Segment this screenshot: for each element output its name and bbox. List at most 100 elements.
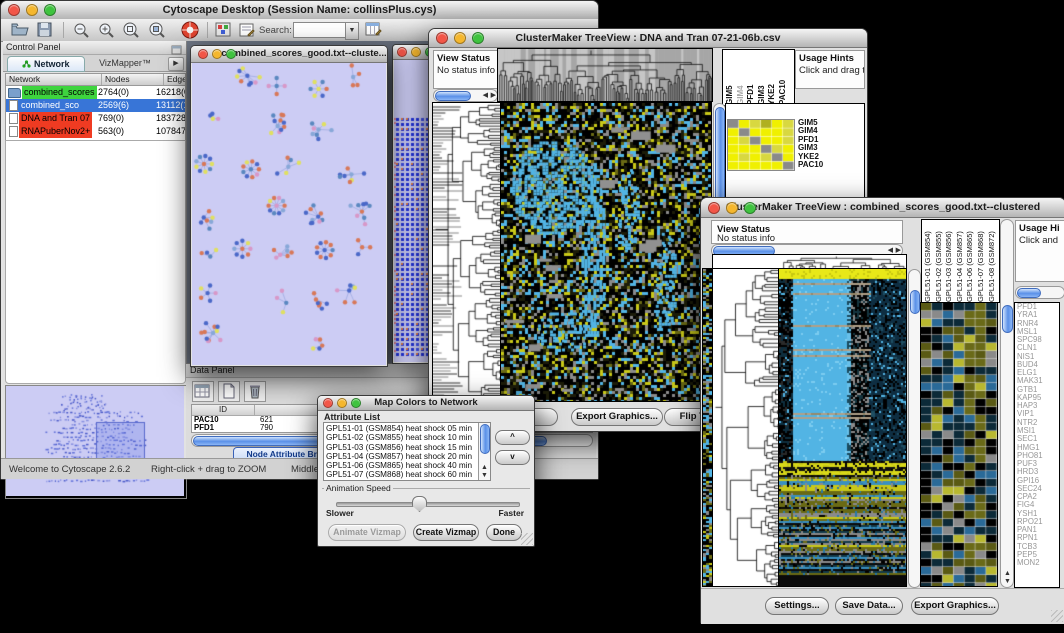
tab-vizmapper[interactable]: VizMapper™	[89, 56, 161, 70]
attr-col-id[interactable]: ID	[192, 405, 255, 415]
zoom-button[interactable]	[226, 49, 236, 59]
animate-vizmap-button[interactable]: Animate Vizmap	[328, 524, 406, 541]
gene-label[interactable]: HAP3	[1017, 402, 1059, 410]
delete-attribute-icon[interactable]	[244, 381, 266, 402]
close-button[interactable]	[198, 49, 208, 59]
new-attribute-icon[interactable]	[218, 381, 240, 402]
minimize-button[interactable]	[411, 47, 421, 57]
gene-label[interactable]: PHO81	[1017, 452, 1059, 460]
close-button[interactable]	[323, 398, 333, 408]
gene-label[interactable]: HRD3	[1017, 468, 1059, 476]
scroll-left-arrow[interactable]: ◀	[483, 92, 488, 100]
col-network[interactable]: Network	[6, 74, 102, 85]
combined-zoom-heatmap-canvas[interactable]	[921, 303, 997, 586]
close-button[interactable]	[8, 4, 20, 16]
attribute-list-item[interactable]: GPL51-03 (GSM856) heat shock 15 min	[326, 443, 490, 452]
dna-status-hscrollbar[interactable]: ◀ ▶	[433, 89, 498, 102]
scroll-up-arrow[interactable]: ▲	[1004, 570, 1011, 578]
network-canvas[interactable]	[192, 63, 386, 365]
zoom-out-icon[interactable]	[73, 22, 90, 43]
attribute-list-item[interactable]: GPL51-04 (GSM857) heat shock 20 min	[326, 452, 490, 461]
array-label[interactable]: GPL51-08 (GSM872)	[987, 220, 998, 302]
create-vizmap-button[interactable]: Create Vizmap	[413, 524, 479, 541]
done-button[interactable]: Done	[486, 524, 522, 541]
gene-label[interactable]: PAC10	[798, 161, 823, 169]
annotation-icon[interactable]	[239, 22, 255, 42]
gene-label[interactable]: KAP95	[1017, 394, 1059, 402]
table-view-icon[interactable]	[192, 381, 214, 402]
gene-label[interactable]: NIS1	[1017, 353, 1059, 361]
dialog-title-bar[interactable]: Map Colors to Network	[318, 396, 534, 411]
array-label[interactable]: GPL51-04 (GSM857)	[955, 220, 966, 302]
vizmap-icon[interactable]	[215, 22, 231, 42]
dna-correlation-matrix-canvas[interactable]	[728, 120, 794, 170]
move-up-button[interactable]: ^	[495, 430, 530, 445]
network-list-area[interactable]	[5, 140, 186, 384]
combined-gene-dendrogram-canvas[interactable]	[713, 269, 778, 586]
move-down-button[interactable]: v	[495, 450, 530, 465]
gene-label[interactable]: YRA1	[1017, 311, 1059, 319]
gene-label[interactable]: SEC24	[1017, 485, 1059, 493]
scroll-thumb[interactable]	[910, 290, 920, 314]
search-dropdown-arrow[interactable]: ▼	[345, 22, 359, 40]
scroll-thumb[interactable]	[1002, 305, 1013, 333]
gene-label[interactable]: TCB3	[1017, 543, 1059, 551]
array-label[interactable]: YKE2	[767, 50, 778, 105]
gene-label[interactable]: MAK31	[1017, 377, 1059, 385]
gene-label[interactable]: ELG1	[1017, 369, 1059, 377]
gene-label[interactable]: CLN1	[1017, 344, 1059, 352]
array-label[interactable]: GPL51-03 (GSM856)	[944, 220, 955, 302]
zoom-button[interactable]	[472, 32, 484, 44]
settings-button[interactable]: Settings...	[765, 597, 829, 615]
gene-label[interactable]: BUD4	[1017, 361, 1059, 369]
open-file-icon[interactable]	[11, 22, 29, 42]
treeview-combined-title-bar[interactable]: ClusterMaker TreeView : combined_scores_…	[701, 198, 1064, 218]
network2-title-bar[interactable]	[393, 45, 431, 60]
array-label[interactable]: PFD1	[746, 50, 757, 105]
close-button[interactable]	[397, 47, 407, 57]
array-label[interactable]: GPL51-01 (GSM854)	[923, 220, 934, 302]
zoom-selected-icon[interactable]	[148, 22, 166, 43]
network-row[interactable]: DNA and Tran 07 769(0) 183728(0)	[6, 112, 185, 125]
scroll-up-arrow[interactable]: ▲	[481, 464, 488, 472]
attribute-list-item[interactable]: GPL51-02 (GSM855) heat shock 10 min	[326, 433, 490, 442]
gene-label[interactable]: NTR2	[1017, 419, 1059, 427]
combined-hints-hscrollbar[interactable]	[1015, 286, 1064, 299]
minimize-button[interactable]	[26, 4, 38, 16]
gene-label[interactable]: HMG1	[1017, 444, 1059, 452]
gene-label[interactable]: RPN1	[1017, 534, 1059, 542]
scroll-left-arrow[interactable]: ◀	[888, 247, 893, 255]
scroll-right-arrow[interactable]: ▶	[896, 247, 901, 255]
dna-export-graphics-button[interactable]: Export Graphics...	[571, 408, 663, 426]
gene-label[interactable]: PEP5	[1017, 551, 1059, 559]
network-row[interactable]: combined_sco 2569(6) 13112(15)	[6, 99, 185, 112]
array-label[interactable]: GPL51-07 (GSM868)	[976, 220, 987, 302]
resize-grip[interactable]	[521, 533, 533, 545]
col-nodes[interactable]: Nodes	[102, 74, 164, 85]
animation-speed-slider-track[interactable]	[336, 502, 520, 507]
save-icon[interactable]	[37, 22, 52, 42]
gene-label[interactable]: PAN1	[1017, 526, 1059, 534]
array-label[interactable]: GIM4	[736, 50, 747, 105]
combined-heatmap-vscrollbar[interactable]	[908, 269, 921, 588]
attribute-browser-icon[interactable]	[365, 22, 382, 42]
network-view-title-bar[interactable]: combined_scores_good.txt--cluste...	[191, 46, 387, 63]
scroll-thumb[interactable]	[1017, 288, 1041, 298]
attribute-list-item[interactable]: GPL51-06 (GSM865) heat shock 40 min	[326, 461, 490, 470]
combined-array-dendrogram-canvas[interactable]	[713, 255, 906, 268]
export-graphics-button[interactable]: Export Graphics...	[911, 597, 999, 615]
tab-overflow-button[interactable]: ▶	[168, 57, 184, 71]
combined-global-strip-canvas[interactable]	[703, 269, 712, 586]
dna-heatmap-canvas[interactable]	[501, 103, 711, 401]
gene-label[interactable]: PUF3	[1017, 460, 1059, 468]
zoom-button[interactable]	[351, 398, 361, 408]
gene-label[interactable]: PFD1	[1017, 303, 1059, 311]
gene-label[interactable]: VIP1	[1017, 410, 1059, 418]
gene-label[interactable]: MON2	[1017, 559, 1059, 567]
gene-label[interactable]: MSI1	[1017, 427, 1059, 435]
treeview-dna-title-bar[interactable]: ClusterMaker TreeView : DNA and Tran 07-…	[429, 29, 867, 48]
array-label[interactable]: GIM5	[725, 50, 736, 105]
close-button[interactable]	[436, 32, 448, 44]
array-label[interactable]: GPL51-02 (GSM855)	[934, 220, 945, 302]
minimize-button[interactable]	[726, 202, 738, 214]
